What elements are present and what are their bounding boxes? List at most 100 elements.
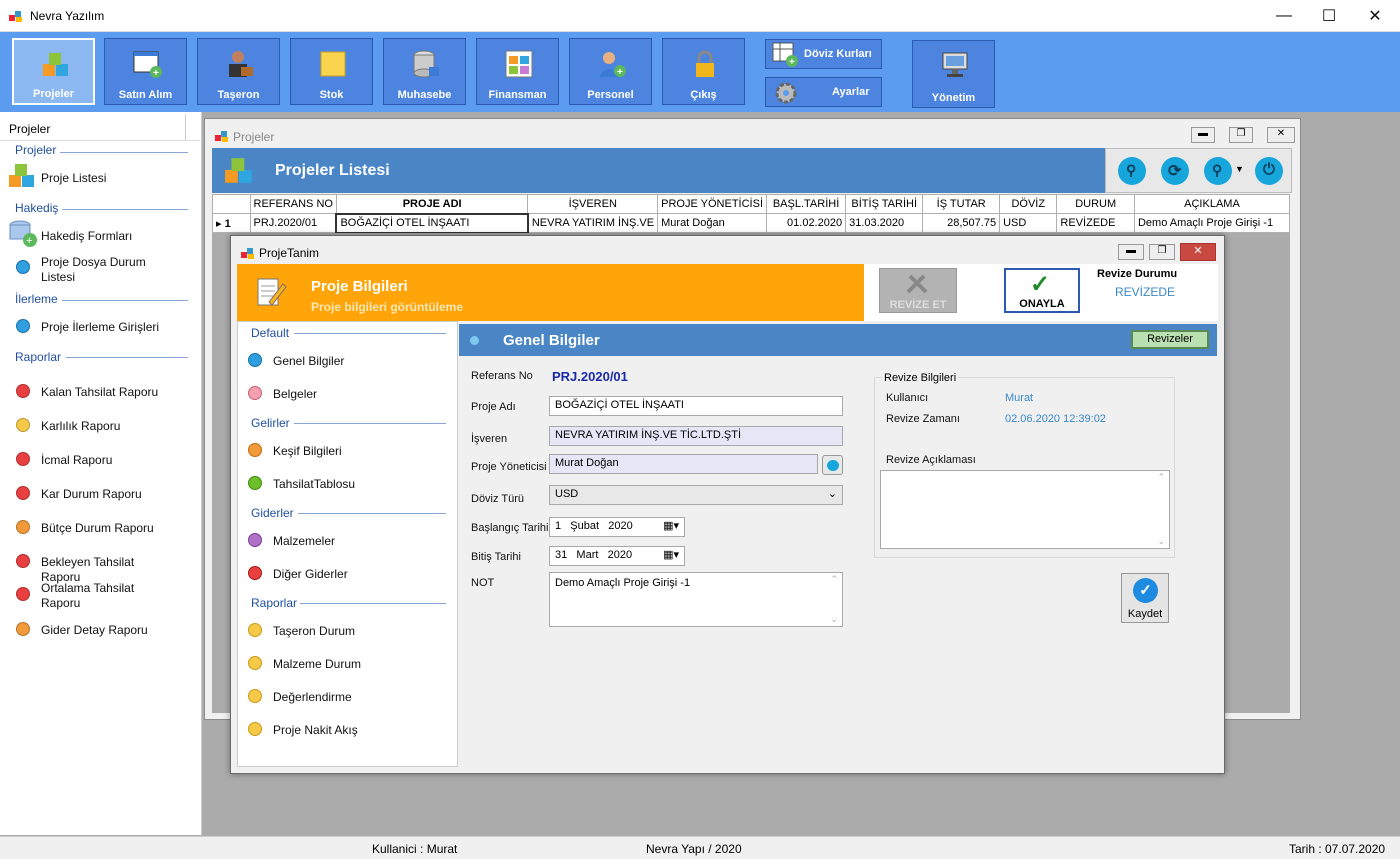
column-header[interactable]: İŞ TUTAR bbox=[922, 194, 1001, 214]
sidebar-item-report[interactable]: Karlılık Raporu bbox=[41, 419, 171, 434]
nav-item-malzemeler[interactable]: Malzemeler bbox=[273, 534, 335, 548]
sidebar-item-report[interactable]: Bütçe Durum Raporu bbox=[41, 521, 171, 536]
onayla-button[interactable]: ✓ ONAYLA bbox=[1004, 268, 1080, 313]
nav-item-genel[interactable]: Genel Bilgiler bbox=[273, 354, 344, 368]
column-header[interactable]: AÇIKLAMA bbox=[1133, 194, 1291, 214]
ayarlar-button[interactable]: Ayarlar bbox=[765, 77, 882, 107]
nav-item-taseron[interactable]: Taşeron Durum bbox=[273, 624, 355, 638]
taseron-button[interactable]: Taşeron bbox=[197, 38, 280, 105]
businessman-icon bbox=[229, 51, 253, 77]
revize-aciklama-textarea[interactable]: ⌃ ⌄ bbox=[880, 470, 1170, 549]
sidebar-item-hakedis-formlari[interactable]: Hakediş Formları bbox=[41, 229, 132, 243]
gear-icon bbox=[775, 82, 797, 104]
table-cell[interactable]: 01.02.2020 bbox=[765, 213, 847, 233]
sidebar: Projeler Projeler Proje Listesi Hakediş … bbox=[0, 112, 202, 835]
cikis-button[interactable]: Çıkış bbox=[662, 38, 745, 105]
search-icon[interactable]: ⚲ bbox=[1118, 157, 1146, 185]
nav-item-diger[interactable]: Diğer Giderler bbox=[273, 567, 348, 581]
nav-item-tahsilat[interactable]: TahsilatTablosu bbox=[273, 477, 355, 491]
isveren-input[interactable]: NEVRA YATIRIM İNŞ.VE TİC.LTD.ŞTİ bbox=[549, 426, 843, 446]
revizeler-button[interactable]: Revizeler bbox=[1131, 330, 1209, 349]
search-icon[interactable] bbox=[822, 455, 843, 475]
not-textarea[interactable]: Demo Amaçlı Proje Girişi -1 ⌃ ⌄ bbox=[549, 572, 843, 627]
divider bbox=[60, 152, 188, 153]
proje-adi-input[interactable]: BOĞAZİÇİ OTEL İNŞAATI bbox=[549, 396, 843, 416]
minimize-button[interactable]: ▬ bbox=[1118, 244, 1144, 260]
muhasebe-button[interactable]: Muhasebe bbox=[383, 38, 466, 105]
zoom-icon[interactable]: ⚲ bbox=[1204, 157, 1232, 185]
nav-item-nakit[interactable]: Proje Nakit Akış bbox=[273, 723, 358, 737]
scroll-up-icon[interactable]: ⌃ bbox=[1157, 472, 1165, 483]
table-cell[interactable]: Demo Amaçlı Proje Girişi -1 bbox=[1133, 213, 1291, 233]
minimize-button[interactable]: — bbox=[1261, 0, 1307, 32]
column-header[interactable]: DURUM bbox=[1056, 194, 1135, 214]
restore-button[interactable]: ❐ bbox=[1229, 127, 1253, 143]
stok-button[interactable]: Stok bbox=[290, 38, 373, 105]
projeler-button[interactable]: Projeler bbox=[12, 38, 95, 105]
divider bbox=[298, 513, 446, 514]
action-bar: REVİZE ET ✓ ONAYLA Revize Durumu REVİZED… bbox=[864, 264, 1218, 321]
sidebar-item-ilerleme-girisleri[interactable]: Proje İlerleme Girişleri bbox=[41, 320, 159, 334]
column-header[interactable]: BİTİŞ TARİHİ bbox=[845, 194, 924, 214]
maximize-button[interactable]: ☐ bbox=[1306, 0, 1352, 32]
bitis-date[interactable]: 31 Mart 2020 ▦▾ bbox=[549, 546, 685, 566]
dialog-header-subtitle: Proje bilgileri görüntüleme bbox=[311, 300, 464, 314]
revize-et-button[interactable]: REVİZE ET bbox=[879, 268, 957, 313]
table-cell[interactable]: NEVRA YATIRIM İNŞ.VE bbox=[527, 213, 659, 233]
column-header[interactable]: BAŞL.TARİHİ bbox=[765, 194, 847, 214]
nav-item-kesif[interactable]: Keşif Bilgileri bbox=[273, 444, 342, 458]
close-button[interactable]: ✕ bbox=[1352, 0, 1398, 32]
restore-button[interactable]: ❐ bbox=[1149, 244, 1175, 260]
divider bbox=[66, 357, 188, 358]
column-header[interactable]: DÖVİZ bbox=[999, 194, 1058, 214]
table-cell[interactable]: 28,507.75 bbox=[922, 213, 1001, 233]
table-cell[interactable]: Murat Doğan bbox=[657, 213, 767, 233]
scroll-down-icon[interactable]: ⌄ bbox=[1157, 536, 1165, 547]
scroll-up-icon[interactable]: ⌃ bbox=[830, 574, 838, 585]
chevron-down-icon[interactable]: ▼ bbox=[1235, 164, 1244, 174]
sidebar-item-report[interactable]: Kar Durum Raporu bbox=[41, 487, 171, 502]
sidebar-item-report[interactable]: İcmal Raporu bbox=[41, 453, 171, 468]
column-header[interactable]: PROJE YÖNETİCİSİ bbox=[657, 194, 767, 214]
minimize-button[interactable]: ▬ bbox=[1191, 127, 1215, 143]
column-header[interactable]: İŞVEREN bbox=[527, 194, 659, 214]
column-header[interactable]: REFERANS NO bbox=[249, 194, 337, 214]
yonetici-input[interactable]: Murat Doğan bbox=[549, 454, 818, 474]
personel-button[interactable]: + Personel bbox=[569, 38, 652, 105]
table-cell[interactable]: REVİZEDE bbox=[1056, 213, 1135, 233]
status-center: Nevra Yapı / 2020 bbox=[646, 842, 742, 856]
kaydet-button[interactable]: ✓ Kaydet bbox=[1121, 573, 1169, 623]
bullet-icon bbox=[470, 336, 479, 345]
table-cell[interactable]: BOĞAZİÇİ OTEL İNŞAATI bbox=[335, 212, 529, 234]
satin-alim-button[interactable]: + Satın Alım bbox=[104, 38, 187, 105]
yonetim-button[interactable]: Yönetim bbox=[912, 40, 995, 108]
group-hakedis: Hakediş bbox=[15, 201, 59, 215]
close-button[interactable]: ✕ bbox=[1180, 243, 1216, 261]
refresh-icon[interactable]: ⟳ bbox=[1161, 157, 1189, 185]
sidebar-item-report[interactable]: Ortalama Tahsilat Raporu bbox=[41, 581, 171, 611]
doviz-kurlari-button[interactable]: + Döviz Kurları bbox=[765, 39, 882, 69]
table-cell[interactable]: PRJ.2020/01 bbox=[249, 213, 337, 233]
nav-item-belgeler[interactable]: Belgeler bbox=[273, 387, 317, 401]
user-add-icon: + bbox=[599, 52, 626, 78]
scroll-down-icon[interactable]: ⌄ bbox=[830, 614, 838, 625]
doviz-select[interactable]: USD ⌄ bbox=[549, 485, 843, 505]
sidebar-item-report[interactable]: Gider Detay Raporu bbox=[41, 623, 171, 638]
divider bbox=[62, 300, 188, 301]
table-cell[interactable]: 31.03.2020 bbox=[845, 213, 924, 233]
nav-item-degerlendirme[interactable]: Değerlendirme bbox=[273, 690, 352, 704]
baslangic-date[interactable]: 1 Şubat 2020 ▦▾ bbox=[549, 517, 685, 537]
dialog-title: ProjeTanim bbox=[259, 246, 320, 260]
finansman-button[interactable]: Finansman bbox=[476, 38, 559, 105]
nav-item-malzeme-durum[interactable]: Malzeme Durum bbox=[273, 657, 361, 671]
sidebar-item-dosya-durum[interactable]: Proje Dosya Durum Listesi bbox=[41, 255, 171, 285]
power-icon[interactable]: ⏻ bbox=[1255, 157, 1283, 185]
table-row[interactable]: ▸ 1 PRJ.2020/01 BOĞAZİÇİ OTEL İNŞAATI NEVRA… bbox=[212, 212, 1291, 234]
table-cell[interactable]: USD bbox=[999, 213, 1058, 233]
column-header[interactable]: PROJE ADI bbox=[335, 194, 529, 214]
sidebar-item-proje-listesi[interactable]: Proje Listesi bbox=[41, 171, 106, 185]
nav-group-gelirler: Gelirler bbox=[251, 416, 290, 430]
svg-text:+: + bbox=[26, 235, 32, 247]
sidebar-item-report[interactable]: Kalan Tahsilat Raporu bbox=[41, 385, 171, 400]
close-button[interactable]: ✕ bbox=[1267, 127, 1295, 143]
